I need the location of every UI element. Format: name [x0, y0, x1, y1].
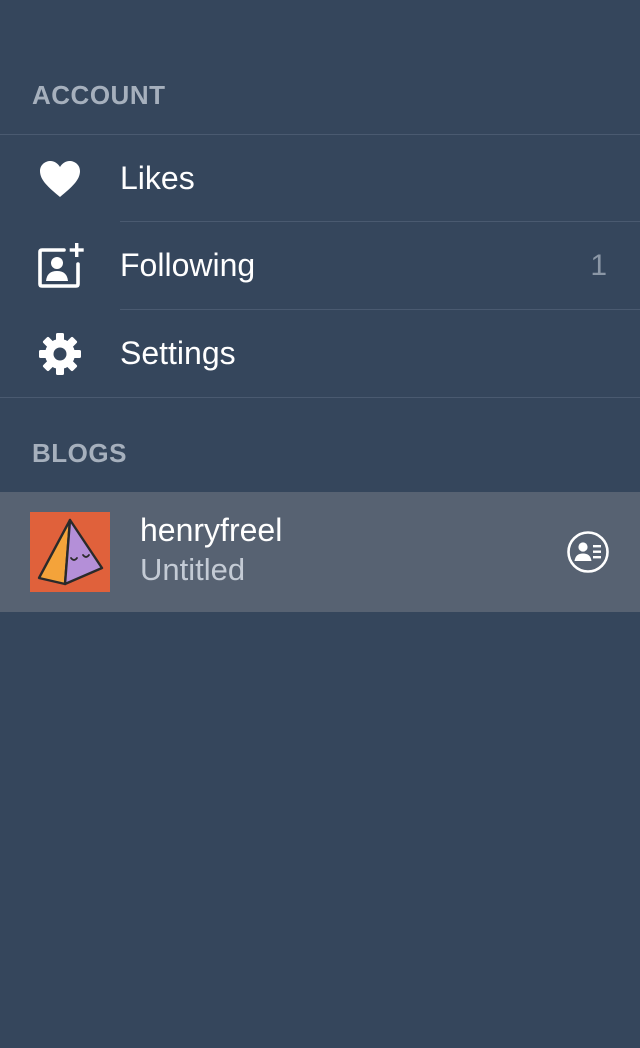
- heart-icon: [36, 155, 84, 203]
- menu-item-following[interactable]: Following 1: [0, 222, 640, 309]
- account-bottom-divider: [0, 397, 640, 398]
- blog-title: Untitled: [140, 552, 246, 587]
- add-contact-icon: [36, 242, 84, 290]
- blogs-section-header: BLOGS: [32, 438, 127, 468]
- menu-item-settings-label: Settings: [120, 335, 236, 371]
- gear-icon: [36, 330, 84, 378]
- blog-row-henryfreel[interactable]: henryfreel Untitled: [0, 492, 640, 612]
- menu-item-likes[interactable]: Likes: [0, 135, 640, 222]
- account-section-header: ACCOUNT: [32, 80, 166, 110]
- pyramid-avatar: [30, 512, 110, 592]
- menu-item-likes-label: Likes: [120, 160, 195, 196]
- blog-settings-icon[interactable]: [566, 530, 610, 574]
- menu-item-settings[interactable]: Settings: [0, 310, 640, 397]
- following-count-badge: 1: [590, 248, 607, 282]
- blog-name: henryfreel: [140, 512, 283, 548]
- menu-item-following-label: Following: [120, 247, 256, 283]
